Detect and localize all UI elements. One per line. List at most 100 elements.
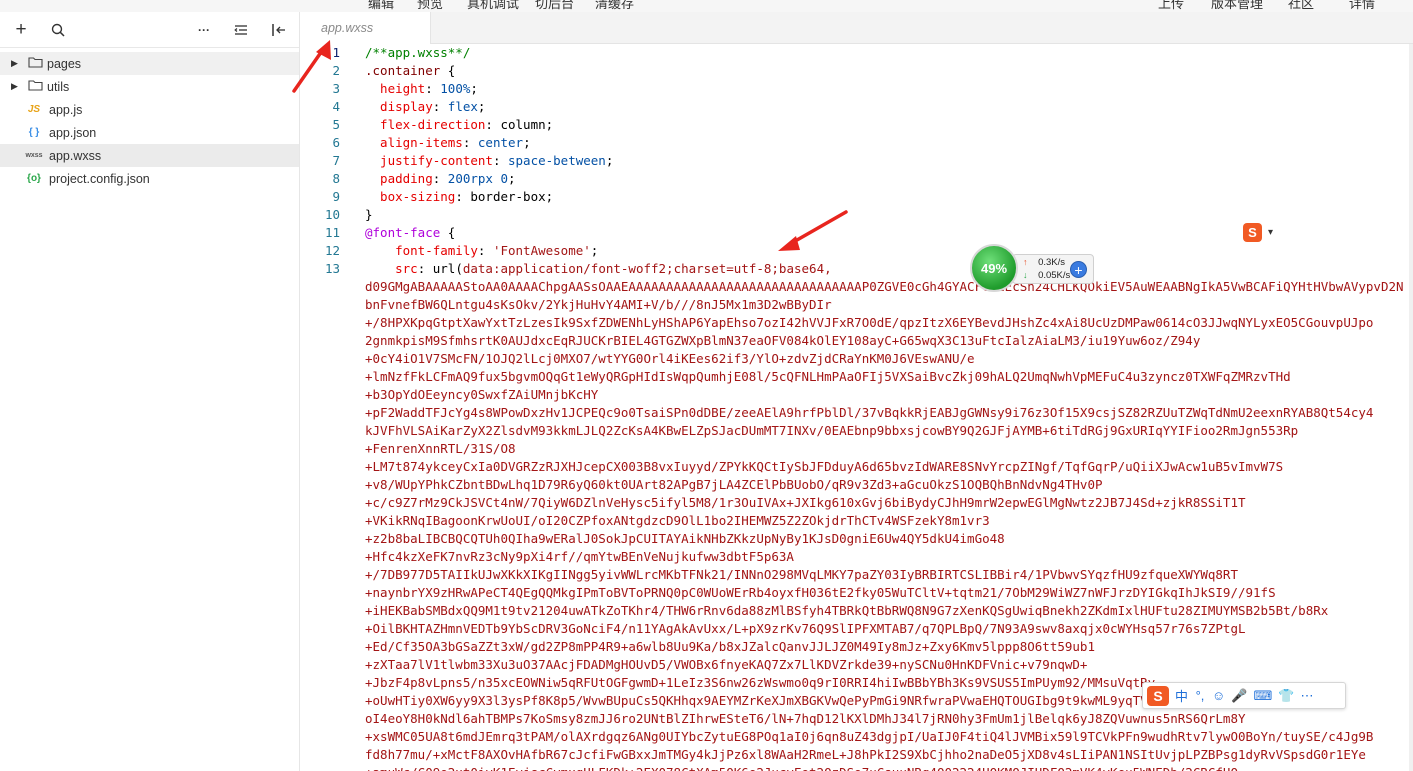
base64-line: +0cY4iO1V7SMcFN/1OJQ2lLcj0MXO7/wtYYG0Orl… bbox=[365, 351, 975, 366]
value-token: space-between bbox=[508, 153, 606, 168]
folder-icon bbox=[26, 79, 44, 94]
punctuation-icon[interactable]: °, bbox=[1194, 688, 1206, 703]
code-line: font-family: 'FontAwesome'; bbox=[365, 243, 599, 258]
tree-item-label: app.json bbox=[49, 125, 97, 140]
explorer-toolbar: + ··· bbox=[0, 12, 299, 48]
code-line: .container { bbox=[365, 62, 1405, 80]
microphone-icon[interactable]: 🎤 bbox=[1231, 688, 1247, 704]
add-icon[interactable]: + bbox=[11, 19, 31, 40]
download-speed: ↓ 0.05K/s bbox=[1023, 270, 1071, 281]
emoji-icon[interactable]: ☺ bbox=[1212, 688, 1225, 703]
tree-item-label: project.config.json bbox=[49, 171, 150, 186]
keyboard-icon[interactable]: ⌨ bbox=[1253, 688, 1272, 704]
code-line: src: url(data:application/font-woff2;cha… bbox=[365, 261, 832, 276]
upload-speed: ↑ 0.3K/s bbox=[1023, 257, 1065, 268]
base64-line: +z2b8baLIBCBQCQTUh0QIha9wERalJ0SokJpCUIT… bbox=[365, 531, 1005, 546]
base64-line: +LM7t874ykceyCxIa0DVGRZzRJXHJcepCX003B8v… bbox=[365, 459, 1284, 474]
base64-line: +amuWc/C09o2xt0iyK1EvjscCymxqULFKDk+2EX0… bbox=[365, 764, 1405, 771]
vertical-scrollbar[interactable] bbox=[1409, 44, 1413, 771]
search-icon[interactable] bbox=[48, 20, 68, 40]
tree-folder-utils[interactable]: ▶ utils bbox=[0, 75, 299, 98]
ime-toolbar[interactable]: S 中 °, ☺ 🎤 ⌨ 👕 ⋯ bbox=[1142, 682, 1346, 709]
property-token: flex-direction bbox=[365, 117, 486, 132]
value-token: 200rpx bbox=[447, 171, 493, 186]
folder-icon bbox=[26, 56, 44, 71]
more-icon[interactable]: ··· bbox=[194, 20, 214, 40]
menu-clear-cache[interactable]: 清缓存 bbox=[595, 0, 634, 12]
network-speed-widget[interactable]: ↑ 0.3K/s ↓ 0.05K/s + 49% bbox=[970, 244, 1098, 292]
string-token: 'FontAwesome' bbox=[492, 243, 591, 258]
top-menu-bar: 编辑 预览 真机调试 切后台 清缓存 上传 版本管理 社区 详情 bbox=[0, 0, 1413, 12]
menu-background[interactable]: 切后台 bbox=[535, 0, 574, 12]
annotation-arrow-icon bbox=[778, 210, 848, 251]
chevron-right-icon[interactable]: ▶ bbox=[11, 58, 19, 69]
base64-line: +iHEKBabSMBdxQQ9M1t9tv21204uwATkZoTKhr4/… bbox=[365, 603, 1329, 618]
tree-file-app-json[interactable]: { } app.json bbox=[0, 121, 299, 144]
wxss-file-icon: wxss bbox=[25, 152, 43, 159]
config-file-icon: {o} bbox=[27, 173, 41, 184]
base64-line: +lmNzfFkLCFmAQ9fux5bgvmOQqGt1eWyQRGpHIdI… bbox=[365, 369, 1291, 384]
base64-line: +zXTaa7lV1tlwbm33Xu3uO37AAcjFDADMgHOUvD5… bbox=[365, 657, 1088, 672]
tree-item-label: pages bbox=[47, 56, 82, 71]
base64-line: +FenrenXnnRTL/31S/O8 bbox=[365, 441, 516, 456]
chevron-right-icon[interactable]: ▶ bbox=[11, 81, 19, 92]
more-tools-icon[interactable]: ⋯ bbox=[1300, 688, 1313, 704]
base64-line: +v8/WUpYPhkCZbntBDwLhq1D79R6yQ60kt0UArt8… bbox=[365, 477, 1103, 492]
sogou-icon: S bbox=[1243, 222, 1262, 242]
ime-indicator[interactable]: S ▾ bbox=[1243, 220, 1283, 244]
base64-line: +OilBKHTAZHmnVEDTb9YbScDRV3GoNciF4/n11YA… bbox=[365, 621, 1246, 636]
value-token: column bbox=[500, 117, 546, 132]
dropdown-icon[interactable]: ▾ bbox=[1268, 227, 1273, 238]
code-line: flex-direction: column; bbox=[365, 117, 554, 132]
base64-line: +pF2WaddTFJcYg4s8WPowDxzHv1JCPEQc9o0Tsai… bbox=[365, 405, 1374, 420]
menu-upload[interactable]: 上传 bbox=[1158, 0, 1184, 12]
base64-line: +Hfc4kzXeFK7nvRz3cNy9pXi4rf//qmYtwBEnVeN… bbox=[365, 549, 794, 564]
sogou-icon[interactable]: S bbox=[1147, 685, 1169, 706]
value-token: 0 bbox=[500, 171, 509, 186]
brace-token: { bbox=[440, 225, 456, 240]
selector-token: .container bbox=[365, 63, 441, 78]
line-number: 4 bbox=[332, 99, 340, 114]
tree-file-app-js[interactable]: JS app.js bbox=[0, 98, 299, 121]
menu-preview[interactable]: 预览 bbox=[417, 0, 443, 12]
memory-usage-ball[interactable]: 49% bbox=[970, 244, 1018, 292]
property-token: align-items bbox=[365, 135, 463, 150]
line-number: 8 bbox=[332, 171, 340, 186]
base64-line: +xsWMC05UA8t6mdJEmrq3tPAM/olAXrdgqz6ANg0… bbox=[365, 729, 1374, 744]
file-tree: ▶ pages ▶ utils JS app.js { } app.json w… bbox=[0, 48, 299, 190]
skin-icon[interactable]: 👕 bbox=[1278, 688, 1294, 704]
collapse-icon[interactable] bbox=[231, 20, 251, 40]
property-token: height bbox=[365, 81, 426, 96]
base64-line: +naynbrYX9zHRwAPeCT4QEgQQMkgIPmToBVToPRN… bbox=[365, 585, 1276, 600]
base64-line: +b3OpYdOEeyncy0SwxfZAiUMnjbKcHY bbox=[365, 387, 599, 402]
url-token: data:application/font-woff2;charset=utf-… bbox=[462, 261, 832, 276]
menu-community[interactable]: 社区 bbox=[1288, 0, 1314, 12]
file-explorer: + ··· ▶ pages ▶ utils JS app.js {} app.… bbox=[0, 12, 300, 771]
code-line: padding: 200rpx 0; bbox=[365, 171, 516, 186]
plus-icon[interactable]: + bbox=[1070, 261, 1087, 278]
tree-file-project-config[interactable]: {o} project.config.json bbox=[0, 167, 299, 190]
line-number: 7 bbox=[332, 153, 340, 168]
menu-device-debug[interactable]: 真机调试 bbox=[467, 0, 519, 12]
base64-line: +VKikRNqIBagoonKrwUoUI/oI20CZPfoxANtgdzc… bbox=[365, 513, 990, 528]
code-lines: /**app.wxss**/ .container { height: 100%… bbox=[365, 44, 1405, 771]
split-icon[interactable] bbox=[268, 20, 288, 40]
menu-version[interactable]: 版本管理 bbox=[1211, 0, 1263, 12]
code-line: /**app.wxss**/ bbox=[365, 44, 1405, 62]
base64-line: +/7DB977D5TAIIkUJwXKkXIKgIINgg5yivWWLrcM… bbox=[365, 567, 1238, 582]
tree-item-label: utils bbox=[47, 79, 70, 94]
tree-item-label: app.js bbox=[49, 102, 83, 117]
json-file-icon: { } bbox=[28, 127, 40, 138]
tree-folder-pages[interactable]: ▶ pages bbox=[0, 52, 299, 75]
line-number: 10 bbox=[324, 207, 340, 222]
property-token: justify-content bbox=[365, 153, 493, 168]
base64-line: +/8HPXKpqGtptXawYxtTzLzesIk9SxfZDWENhLyH… bbox=[365, 315, 1374, 330]
code-area[interactable]: 1 2 3 4 5 6 7 8 9 10 11 12 13 /**app.wxs… bbox=[301, 44, 1409, 771]
tree-file-app-wxss[interactable]: wxss app.wxss bbox=[0, 144, 299, 167]
chinese-mode-icon[interactable]: 中 bbox=[1175, 686, 1188, 705]
function-token: url( bbox=[432, 261, 463, 276]
menu-details[interactable]: 详情 bbox=[1349, 0, 1375, 12]
menu-edit[interactable]: 编辑 bbox=[368, 0, 394, 12]
code-line: height: 100%; bbox=[365, 81, 478, 96]
base64-line: +Ed/Cf35OA3bGSaZZt3xW/gd2ZP8mPP4R9+a6wlb… bbox=[365, 639, 1095, 654]
